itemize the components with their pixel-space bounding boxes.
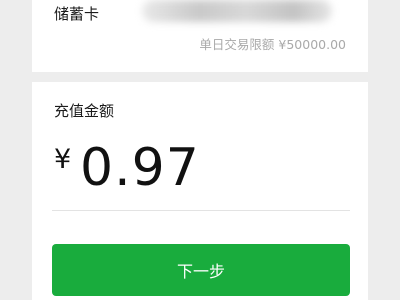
card-type-label: 储蓄卡 (54, 5, 100, 23)
daily-limit-text: 单日交易限额 ¥50000.00 (199, 37, 346, 52)
amount-label: 充值金额 (54, 102, 115, 120)
next-step-button[interactable]: 下一步 (52, 244, 350, 296)
recharge-amount-section: 充值金额 ¥ 0.97 下一步 (32, 82, 368, 300)
card-number-blurred (142, 0, 332, 22)
bank-card-section[interactable]: 储蓄卡 单日交易限额 ¥50000.00 (32, 0, 368, 72)
currency-symbol: ¥ (54, 144, 72, 175)
amount-underline (52, 210, 350, 211)
amount-input[interactable]: ¥ 0.97 (54, 138, 354, 208)
section-divider (32, 72, 368, 82)
amount-value: 0.97 (80, 138, 200, 198)
